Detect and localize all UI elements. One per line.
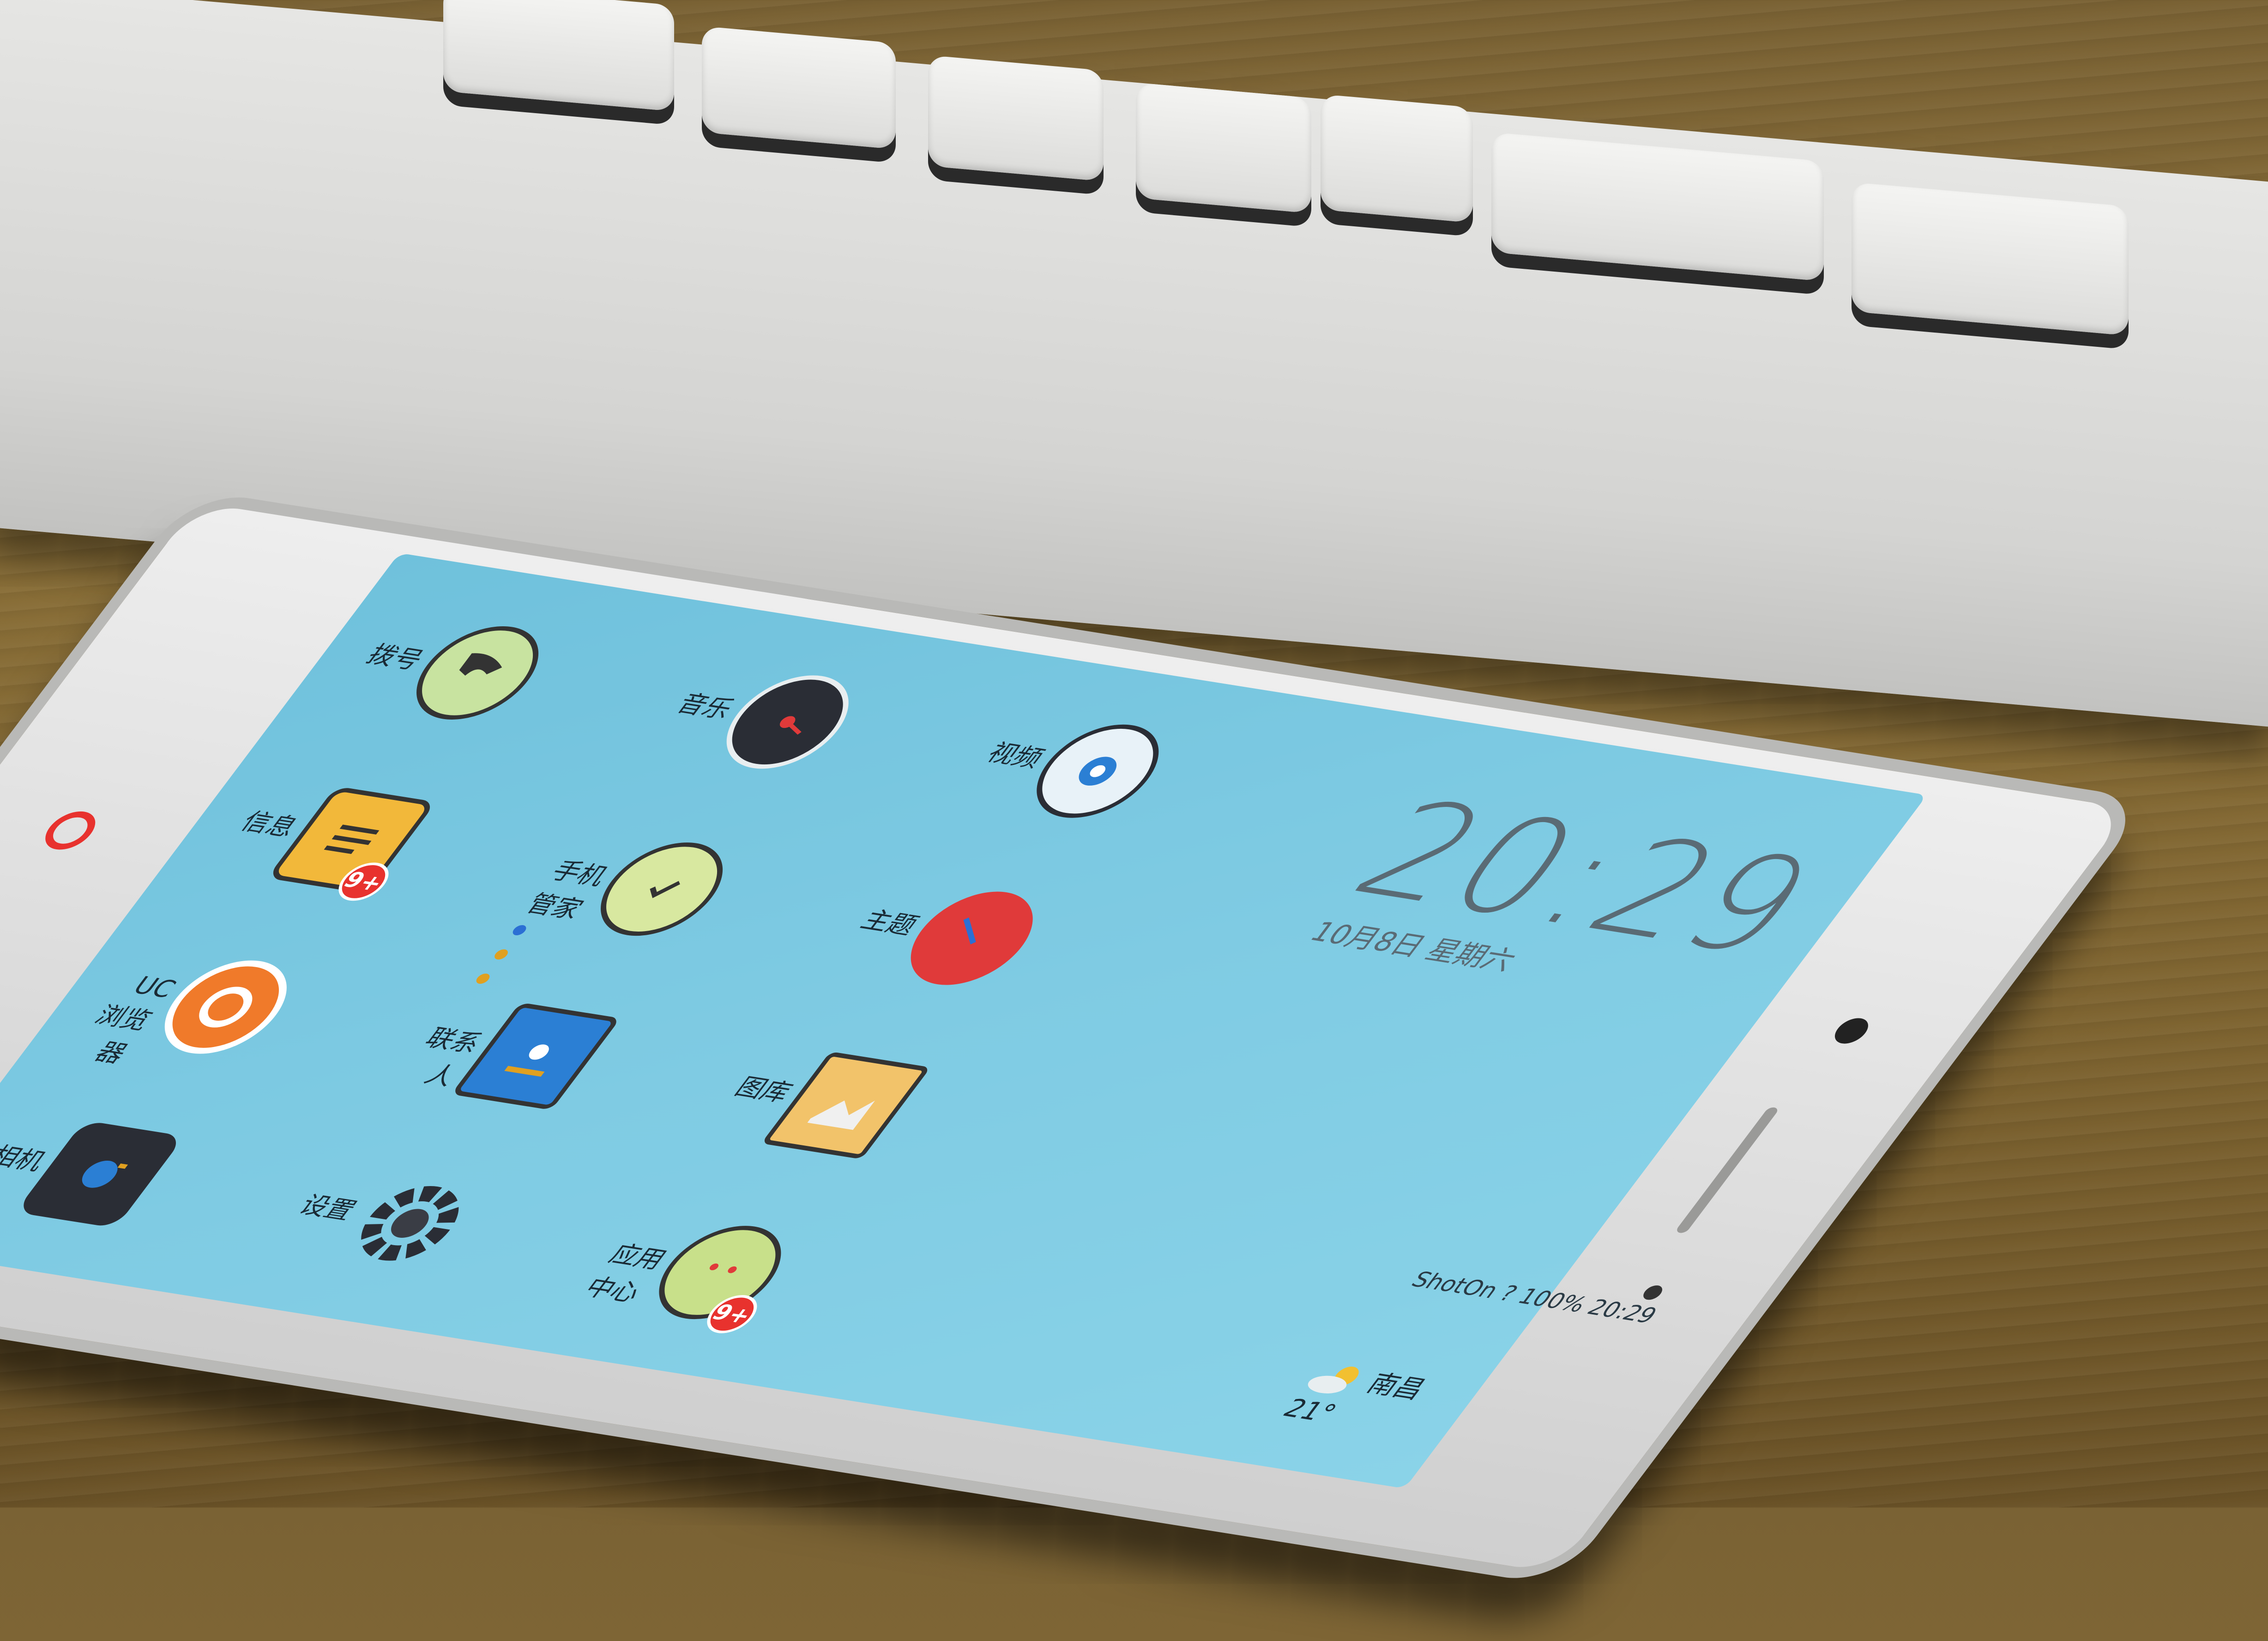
keyboard-key bbox=[928, 55, 1104, 182]
phone-manager-pill-icon bbox=[577, 835, 747, 943]
settings-gear-icon bbox=[325, 1169, 495, 1277]
app-label: 图库 bbox=[729, 1072, 798, 1107]
phone-dial-icon bbox=[392, 619, 562, 727]
page-indicator bbox=[463, 910, 539, 999]
app-label: 信息 bbox=[235, 807, 304, 842]
gallery-photo-icon bbox=[761, 1051, 931, 1160]
app-label: 主题 bbox=[855, 905, 924, 940]
app-gallery[interactable]: 图库 bbox=[729, 1051, 949, 1179]
app-dialer[interactable]: 拨号 bbox=[361, 619, 580, 746]
app-camera[interactable]: 相机 bbox=[0, 1120, 203, 1248]
keyboard-key bbox=[1136, 82, 1311, 213]
home-button-ring-icon[interactable] bbox=[36, 808, 105, 853]
app-messages[interactable]: 9+ 信息 bbox=[235, 786, 455, 914]
page-dot bbox=[473, 973, 493, 985]
app-uc-browser[interactable]: UC浏览器 bbox=[89, 953, 329, 1081]
clock-widget[interactable]: 20:29 10月8日 星期六 bbox=[1303, 773, 1851, 1012]
app-themes[interactable]: 主题 bbox=[855, 884, 1075, 1012]
camera-icon bbox=[15, 1120, 185, 1229]
music-record-icon bbox=[703, 668, 873, 776]
app-contacts[interactable]: 联系人 bbox=[419, 1002, 639, 1130]
uc-browser-icon bbox=[141, 953, 311, 1061]
keyboard-key bbox=[1321, 94, 1473, 223]
app-label: 音乐 bbox=[670, 689, 740, 724]
front-camera-icon bbox=[1828, 1016, 1875, 1046]
app-app-center[interactable]: 9+ 应用中心 bbox=[579, 1218, 823, 1346]
app-music[interactable]: 音乐 bbox=[671, 668, 891, 796]
video-lens-icon bbox=[1013, 717, 1182, 825]
keyboard-key bbox=[702, 26, 896, 150]
page-dot bbox=[510, 924, 529, 936]
app-label: UC浏览器 bbox=[89, 971, 182, 1068]
app-video[interactable]: 视频 bbox=[981, 717, 1200, 845]
app-label: 视频 bbox=[981, 739, 1050, 773]
app-label: 拨号 bbox=[361, 640, 430, 675]
keyboard-key bbox=[1491, 132, 1824, 282]
keyboard-key bbox=[443, 0, 674, 112]
theme-heart-icon bbox=[887, 884, 1057, 993]
earpiece-speaker bbox=[1674, 1107, 1780, 1234]
contacts-book-icon bbox=[451, 1002, 621, 1110]
keyboard-key bbox=[1852, 182, 2129, 336]
app-settings[interactable]: 设置 bbox=[293, 1169, 513, 1297]
app-label: 设置 bbox=[293, 1191, 362, 1225]
page-dot bbox=[492, 948, 511, 961]
weather-widget[interactable]: 南昌 21° bbox=[1277, 1355, 1486, 1446]
weather-city: 南昌 bbox=[1360, 1369, 1432, 1405]
app-phone-manager[interactable]: 手机管家 bbox=[520, 835, 765, 963]
proximity-sensor bbox=[1640, 1284, 1666, 1301]
